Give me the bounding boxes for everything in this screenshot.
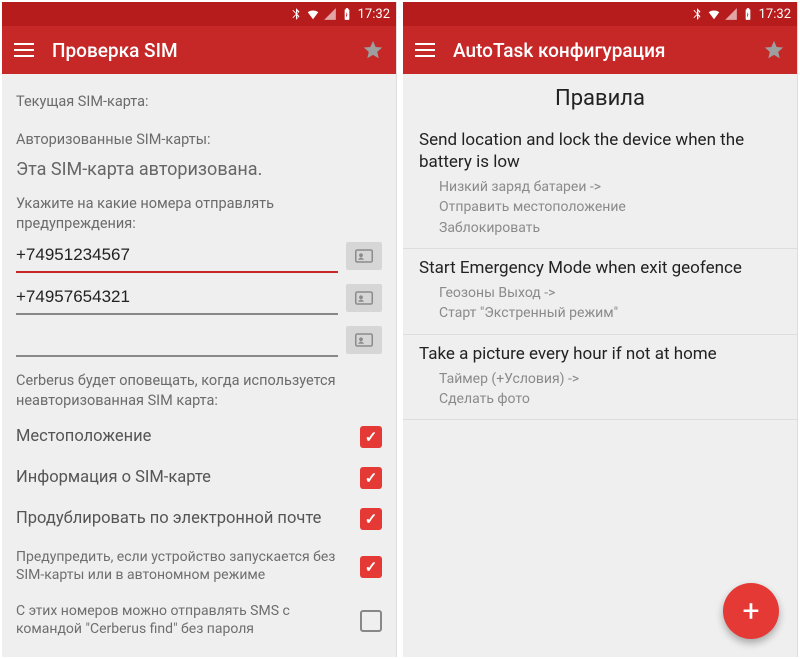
rule-item[interactable]: Send location and lock the device when t… — [403, 121, 797, 249]
contact-picker-button[interactable] — [346, 284, 382, 312]
phone-input-2[interactable] — [16, 281, 338, 315]
check-row[interactable]: Предупредить, если устройство запускаетс… — [16, 539, 382, 593]
appbar: Проверка SIM — [2, 26, 396, 74]
rule-item[interactable]: Take a picture every hour if not at home… — [403, 335, 797, 421]
battery-icon — [741, 7, 755, 21]
screen-autotask: 17:32 AutoTask конфигурация Правила Send… — [403, 2, 798, 657]
check-row[interactable]: Информация о SIM-карте — [16, 457, 382, 498]
check-row[interactable]: Местоположение — [16, 416, 382, 457]
rule-title: Take a picture every hour if not at home — [419, 343, 781, 365]
phone-input-3[interactable] — [16, 323, 338, 357]
menu-icon[interactable] — [415, 43, 435, 57]
notice-label: Cerberus будет оповещать, когда использу… — [16, 371, 382, 410]
screen-sim-check: 17:32 Проверка SIM Текущая SIM-карта: Ав… — [2, 2, 397, 657]
checkbox[interactable] — [360, 556, 382, 578]
star-icon[interactable] — [763, 39, 785, 61]
checkbox[interactable] — [360, 508, 382, 530]
appbar: AutoTask конфигурация — [403, 26, 797, 74]
signal-icon — [724, 7, 738, 21]
authorized-sim-label: Авторизованные SIM-карты: — [16, 130, 382, 150]
checkbox[interactable] — [360, 610, 382, 632]
bluetooth-icon — [289, 7, 303, 21]
send-alerts-label: Укажите на какие номера отправлять преду… — [16, 194, 382, 233]
contact-picker-button[interactable] — [346, 326, 382, 354]
statusbar-time: 17:32 — [759, 7, 791, 22]
rule-title: Start Emergency Mode when exit geofence — [419, 257, 781, 279]
check-label: С этих номеров можно отправлять SMS с ко… — [16, 603, 360, 638]
page-title: AutoTask конфигурация — [453, 39, 745, 62]
rules-heading: Правила — [403, 74, 797, 121]
signal-icon — [323, 7, 337, 21]
bluetooth-icon — [690, 7, 704, 21]
check-row[interactable]: Продублировать по электронной почте — [16, 498, 382, 539]
current-sim-label: Текущая SIM-карта: — [16, 92, 382, 112]
wifi-icon — [306, 7, 320, 21]
check-label: Предупредить, если устройство запускаетс… — [16, 549, 360, 584]
checkbox[interactable] — [360, 426, 382, 448]
phone-input-1[interactable] — [16, 239, 338, 273]
authorized-status: Эта SIM-карта авторизована. — [16, 159, 382, 180]
check-row[interactable]: С этих номеров можно отправлять SMS с ко… — [16, 593, 382, 647]
menu-icon[interactable] — [14, 43, 34, 57]
statusbar: 17:32 — [403, 2, 797, 26]
check-label: Информация о SIM-карте — [16, 468, 360, 489]
rule-detail: Таймер (+Условия) -> Сделать фото — [419, 369, 781, 410]
rule-detail: Низкий заряд батареи -> Отправить местоп… — [419, 177, 781, 238]
statusbar-time: 17:32 — [358, 7, 390, 22]
rule-title: Send location and lock the device when t… — [419, 129, 781, 173]
checkbox[interactable] — [360, 467, 382, 489]
statusbar: 17:32 — [2, 2, 396, 26]
check-label: Продублировать по электронной почте — [16, 509, 360, 530]
check-label: Местоположение — [16, 427, 360, 448]
rule-item[interactable]: Start Emergency Mode when exit geofence Г… — [403, 249, 797, 335]
star-icon[interactable] — [362, 39, 384, 61]
battery-icon — [340, 7, 354, 21]
wifi-icon — [707, 7, 721, 21]
add-rule-fab[interactable]: + — [723, 583, 779, 639]
rule-detail: Геозоны Выход -> Старт "Экстренный режим… — [419, 283, 781, 324]
contact-picker-button[interactable] — [346, 242, 382, 270]
page-title: Проверка SIM — [52, 39, 344, 62]
